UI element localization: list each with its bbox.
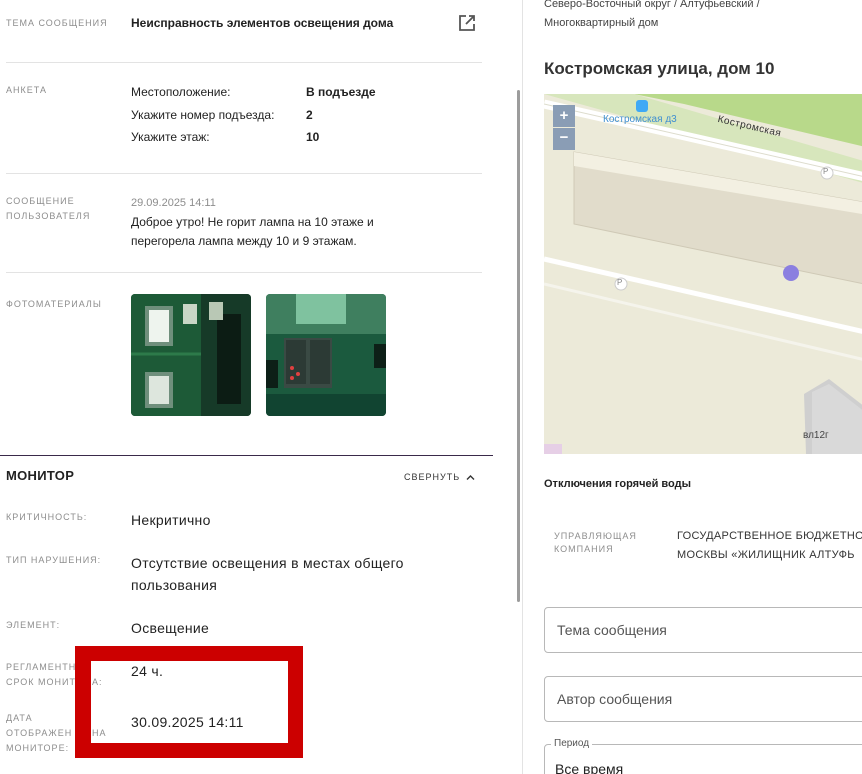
- zoom-in-button[interactable]: +: [553, 105, 575, 127]
- external-link-icon[interactable]: [457, 13, 477, 33]
- criticality-label: Критичность:: [6, 512, 88, 522]
- period-select[interactable]: Период Все время: [544, 738, 862, 774]
- photos-label: Фотоматериалы: [6, 299, 102, 309]
- topic-value: Неисправность элементов освещения дома: [131, 16, 394, 30]
- survey-question-3: Укажите этаж:: [131, 130, 210, 144]
- divider: [6, 272, 482, 273]
- parking-label: P: [823, 167, 829, 176]
- collapse-button[interactable]: СВЕРНУТЬ: [404, 470, 475, 484]
- period-label: Период: [551, 738, 593, 749]
- violation-type-value-line1: Отсутствие освещения в местах общего: [131, 555, 404, 571]
- breadcrumb-line1: Северо-Восточный округ / Алтуфьевский /: [544, 0, 760, 10]
- survey-label: Анкета: [6, 85, 47, 95]
- monitor-top-divider: [0, 455, 493, 456]
- company-value-line2: МОСКВЫ «ЖИЛИЩНИК АЛТУФЬ: [677, 549, 855, 561]
- address-title: Костромская улица, дом 10: [544, 59, 775, 78]
- violation-type-value-line2: пользования: [131, 577, 218, 593]
- topic-filter-field[interactable]: [544, 607, 862, 653]
- company-label-line2: компания: [554, 544, 614, 554]
- user-message-label-line1: Сообщение: [6, 196, 75, 206]
- element-value: Освещение: [131, 620, 210, 636]
- highlight-annotation-frame: [75, 646, 303, 758]
- author-filter-input[interactable]: [555, 690, 859, 708]
- chevron-up-icon: [466, 468, 475, 486]
- survey-answer-1: В подъезде: [306, 85, 376, 99]
- building-label: вл12г: [803, 430, 829, 441]
- location-panel: Северо-Восточный округ / Алтуфьевский / …: [523, 0, 862, 774]
- topic-filter-input[interactable]: [555, 621, 859, 639]
- message-text-line2: перегорела лампа между 10 и 9 этажам.: [131, 234, 357, 248]
- violation-type-label: Тип нарушения:: [6, 555, 102, 565]
- photo-thumbnail-1[interactable]: [131, 294, 251, 416]
- photo-thumbnail-2[interactable]: [266, 294, 386, 416]
- request-details-panel: Тема сообщения Неисправность элементов о…: [0, 0, 522, 774]
- survey-question-1: Местоположение:: [131, 85, 231, 99]
- element-label: Элемент:: [6, 620, 61, 630]
- collapse-button-label: СВЕРНУТЬ: [404, 472, 461, 482]
- bus-stop-label: Костромская д3: [603, 114, 677, 125]
- period-value: Все время: [555, 761, 624, 774]
- survey-question-2: Укажите номер подъезда:: [131, 108, 275, 122]
- divider: [6, 62, 482, 63]
- survey-answer-3: 10: [306, 130, 320, 144]
- parking-label: P: [617, 278, 623, 287]
- divider: [6, 173, 482, 174]
- user-message-label-line2: пользователя: [6, 211, 91, 221]
- topic-label: Тема сообщения: [6, 18, 108, 28]
- map-view[interactable]: P P Костромская д3 Костромская вл12г + −: [544, 94, 862, 454]
- hot-water-title: Отключения горячей воды: [544, 478, 691, 490]
- survey-answer-2: 2: [306, 108, 313, 122]
- zoom-out-button[interactable]: −: [553, 128, 575, 150]
- author-filter-field[interactable]: [544, 676, 862, 722]
- breadcrumb-line2: Многоквартирный дом: [544, 17, 659, 29]
- monitor-title: МОНИТОР: [6, 468, 75, 483]
- criticality-value: Некритично: [131, 512, 211, 528]
- company-value-line1: ГОСУДАРСТВЕННОЕ БЮДЖЕТНО: [677, 530, 862, 542]
- left-panel-scrollbar[interactable]: [517, 90, 520, 602]
